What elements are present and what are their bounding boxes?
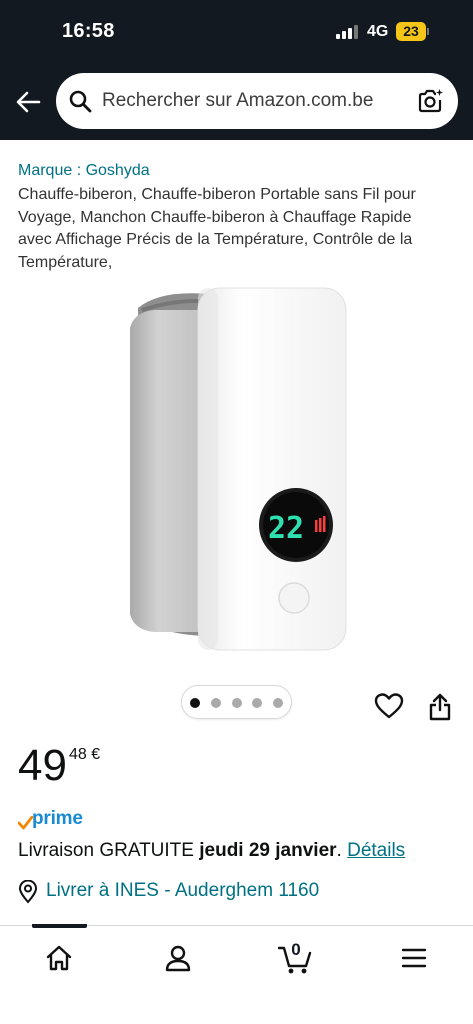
product-title: Chauffe-biberon, Chauffe-biberon Portabl… [18,186,416,271]
cellular-signal-icon [336,25,358,39]
camera-search-icon[interactable] [416,87,444,115]
active-tab-indicator [32,924,87,928]
nav-home[interactable] [31,940,87,984]
carousel-dot[interactable] [252,698,262,708]
product-image[interactable]: 22 [120,280,360,660]
nav-account[interactable] [150,940,206,984]
back-arrow-icon[interactable] [14,88,42,116]
menu-icon [401,948,427,968]
brand-link[interactable]: Marque : Goshyda [18,162,150,180]
nav-cart[interactable]: 0 [268,940,324,984]
carousel-dot[interactable] [273,698,283,708]
price-whole: 49 [18,741,67,790]
cart-count: 0 [291,940,301,959]
carousel-dot[interactable] [190,698,200,708]
carousel-dot[interactable] [211,698,221,708]
delivery-info: Livraison GRATUITE jeudi 29 janvier. Dét… [18,840,406,861]
delivery-date: jeudi 29 janvier [199,840,337,861]
status-time: 16:58 [62,20,115,42]
price: 49 48 € [18,742,100,790]
prime-check-icon [18,816,33,830]
search-icon [69,90,92,113]
nav-menu[interactable] [386,940,442,984]
display-reading: 22 [268,511,304,546]
account-icon [165,945,191,972]
location-text: Livrer à INES - Auderghem 1160 [46,880,320,901]
share-icon[interactable] [428,693,452,721]
bottom-navigation: 0 [0,924,473,1024]
prime-label: prime [32,808,83,829]
image-carousel-indicator[interactable] [181,685,292,719]
details-link[interactable]: Détails [347,840,405,861]
search-input[interactable] [102,81,402,121]
header: 16:58 4G 23 [0,0,473,140]
location-pin-icon [18,880,38,904]
network-type: 4G [367,23,389,40]
carousel-dot[interactable] [232,698,242,708]
wishlist-heart-icon[interactable] [374,692,404,720]
battery-level: 23 [396,22,426,41]
home-icon [46,945,72,971]
battery-icon: 23 [396,22,429,41]
price-fraction: 48 € [68,746,101,763]
search-bar[interactable] [56,73,458,129]
